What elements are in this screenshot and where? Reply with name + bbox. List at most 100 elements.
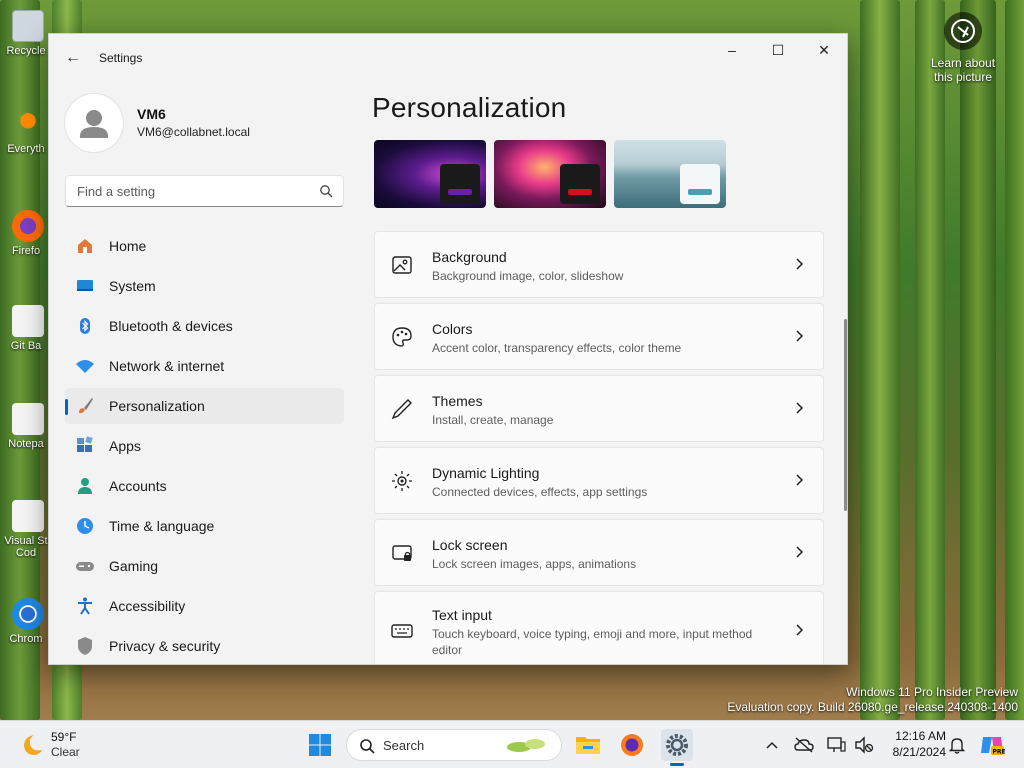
accounts-icon bbox=[75, 476, 95, 496]
tray-network[interactable] bbox=[822, 729, 850, 761]
firefox-icon bbox=[621, 734, 643, 756]
theme-thumbnail-dark-purple[interactable] bbox=[374, 140, 486, 208]
learn-about-picture[interactable]: Learn about this picture bbox=[918, 12, 1008, 84]
taskbar-file-explorer[interactable] bbox=[572, 729, 604, 761]
sidebar-item-privacy-security[interactable]: Privacy & security bbox=[65, 628, 344, 664]
sidebar-item-network[interactable]: Network & internet bbox=[65, 348, 344, 384]
card-subtitle: Lock screen images, apps, animations bbox=[432, 557, 637, 571]
card-dynamic-lighting[interactable]: Dynamic Lighting Connected devices, effe… bbox=[374, 447, 824, 514]
desktop-icon-label: Firefo bbox=[11, 245, 41, 257]
minimize-button[interactable]: – bbox=[709, 34, 755, 66]
card-themes[interactable]: Themes Install, create, manage bbox=[374, 375, 824, 442]
sidebar-item-accounts[interactable]: Accounts bbox=[65, 468, 344, 504]
accent-bar bbox=[448, 189, 472, 195]
sidebar-item-gaming[interactable]: Gaming bbox=[65, 548, 344, 584]
desktop-icon-firefox[interactable]: Firefo bbox=[4, 210, 52, 257]
sidebar-item-apps[interactable]: Apps bbox=[65, 428, 344, 464]
search-icon[interactable] bbox=[319, 184, 333, 198]
avatar bbox=[65, 94, 123, 152]
sidebar-item-time-language[interactable]: Time & language bbox=[65, 508, 344, 544]
folder-icon bbox=[576, 737, 600, 754]
moon-icon bbox=[24, 735, 42, 755]
sidebar-item-label: Network & internet bbox=[109, 358, 225, 374]
tray-onedrive[interactable] bbox=[790, 729, 818, 761]
tray-sound[interactable] bbox=[850, 729, 878, 761]
scrollbar[interactable] bbox=[844, 319, 847, 511]
card-subtitle: Install, create, manage bbox=[432, 413, 554, 427]
file-icon bbox=[12, 403, 44, 435]
show-hidden-icons-button[interactable] bbox=[758, 729, 786, 761]
desktop-icon-label: Git Ba bbox=[10, 340, 42, 352]
volume-muted-icon bbox=[855, 736, 874, 754]
recycle-bin-icon bbox=[12, 10, 44, 42]
accent-bar bbox=[568, 189, 592, 195]
weather-condition: Clear bbox=[51, 745, 80, 759]
sidebar-item-system[interactable]: System bbox=[65, 268, 344, 304]
card-subtitle: Touch keyboard, voice typing, emoji and … bbox=[432, 627, 753, 657]
theme-thumbnail-light-lake[interactable] bbox=[614, 140, 726, 208]
taskbar-settings[interactable] bbox=[661, 729, 693, 761]
user-name: VM6 bbox=[137, 106, 166, 122]
camera-lens-icon bbox=[944, 12, 982, 50]
back-arrow-icon[interactable]: ← bbox=[63, 48, 83, 68]
card-background[interactable]: Background Background image, color, slid… bbox=[374, 231, 824, 298]
sidebar-item-label: System bbox=[109, 278, 156, 294]
card-lock-screen[interactable]: Lock screen Lock screen images, apps, an… bbox=[374, 519, 824, 586]
theme-thumbnails bbox=[374, 140, 726, 208]
desktop-icon-recycle-bin[interactable]: Recycle bbox=[4, 10, 52, 57]
weather-widget[interactable]: 59°F Clear bbox=[18, 729, 108, 761]
notifications-button[interactable] bbox=[943, 729, 971, 761]
card-title: Themes bbox=[432, 393, 483, 409]
keyboard-icon bbox=[391, 624, 413, 638]
sidebar-item-personalization[interactable]: Personalization bbox=[65, 388, 344, 424]
title-bar[interactable]: ← Settings – ☐ ✕ bbox=[49, 34, 847, 82]
learn-label-line1: Learn about bbox=[930, 56, 996, 70]
desktop-icon-label: Notepa bbox=[8, 438, 44, 450]
sidebar-item-home[interactable]: Home bbox=[65, 228, 344, 264]
theme-thumbnail-dark-flower[interactable] bbox=[494, 140, 606, 208]
desktop-icon-label: Recycle bbox=[6, 45, 46, 57]
sidebar-item-label: Gaming bbox=[109, 558, 159, 574]
taskbar-firefox[interactable] bbox=[616, 729, 648, 761]
close-button[interactable]: ✕ bbox=[801, 34, 847, 66]
pen-icon bbox=[391, 399, 412, 420]
accessibility-icon bbox=[75, 596, 95, 616]
sidebar-item-bluetooth[interactable]: Bluetooth & devices bbox=[65, 308, 344, 344]
card-title: Text input bbox=[432, 607, 492, 623]
sidebar-item-label: Bluetooth & devices bbox=[109, 318, 233, 334]
clock-time: 12:16 AM bbox=[895, 729, 946, 743]
desktop-icon-label: Visual St Cod bbox=[4, 535, 48, 559]
user-avatar-icon bbox=[80, 110, 108, 138]
sidebar-item-label: Home bbox=[109, 238, 147, 254]
find-setting-input[interactable]: Find a setting bbox=[65, 175, 344, 207]
theme-preview-window bbox=[680, 164, 720, 204]
desktop-icon-everything[interactable]: Everyth bbox=[4, 108, 52, 155]
taskbar-search[interactable]: Search bbox=[346, 729, 562, 761]
page-title: Personalization bbox=[372, 92, 567, 123]
sidebar-item-accessibility[interactable]: Accessibility bbox=[65, 588, 344, 624]
evaluation-watermark: Windows 11 Pro Insider Preview Evaluatio… bbox=[727, 685, 1018, 715]
home-icon bbox=[75, 236, 95, 256]
start-button[interactable] bbox=[304, 729, 336, 761]
card-subtitle: Accent color, transparency effects, colo… bbox=[432, 341, 682, 355]
desktop-icon-vscode[interactable]: Visual St Cod bbox=[4, 500, 52, 559]
desktop-icon-label: Everyth bbox=[7, 143, 45, 155]
weather-temperature: 59°F bbox=[51, 730, 77, 744]
running-indicator bbox=[670, 763, 684, 766]
search-icon bbox=[360, 739, 375, 754]
card-colors[interactable]: Colors Accent color, transparency effect… bbox=[374, 303, 824, 370]
taskbar-clock[interactable]: 12:16 AM 8/21/2024 bbox=[880, 728, 946, 760]
copilot-button[interactable]: PRE bbox=[976, 729, 1008, 761]
card-text-input[interactable]: Text input Touch keyboard, voice typing,… bbox=[374, 591, 824, 664]
maximize-button[interactable]: ☐ bbox=[755, 34, 801, 66]
chevron-right-icon bbox=[796, 624, 804, 636]
palette-icon bbox=[392, 327, 412, 347]
theme-preview-window bbox=[560, 164, 600, 204]
taskbar: 59°F Clear Search 12:16 AM 8/21/2024 PRE bbox=[0, 720, 1024, 768]
user-profile[interactable]: VM6 VM6@collabnet.local bbox=[65, 94, 345, 154]
desktop-icon-git-bash[interactable]: Git Ba bbox=[4, 305, 52, 352]
desktop-icon-notepad[interactable]: Notepa bbox=[4, 403, 52, 450]
card-title: Dynamic Lighting bbox=[432, 465, 540, 481]
image-icon bbox=[392, 256, 412, 274]
desktop-icon-chrome[interactable]: Chrom bbox=[4, 598, 52, 645]
